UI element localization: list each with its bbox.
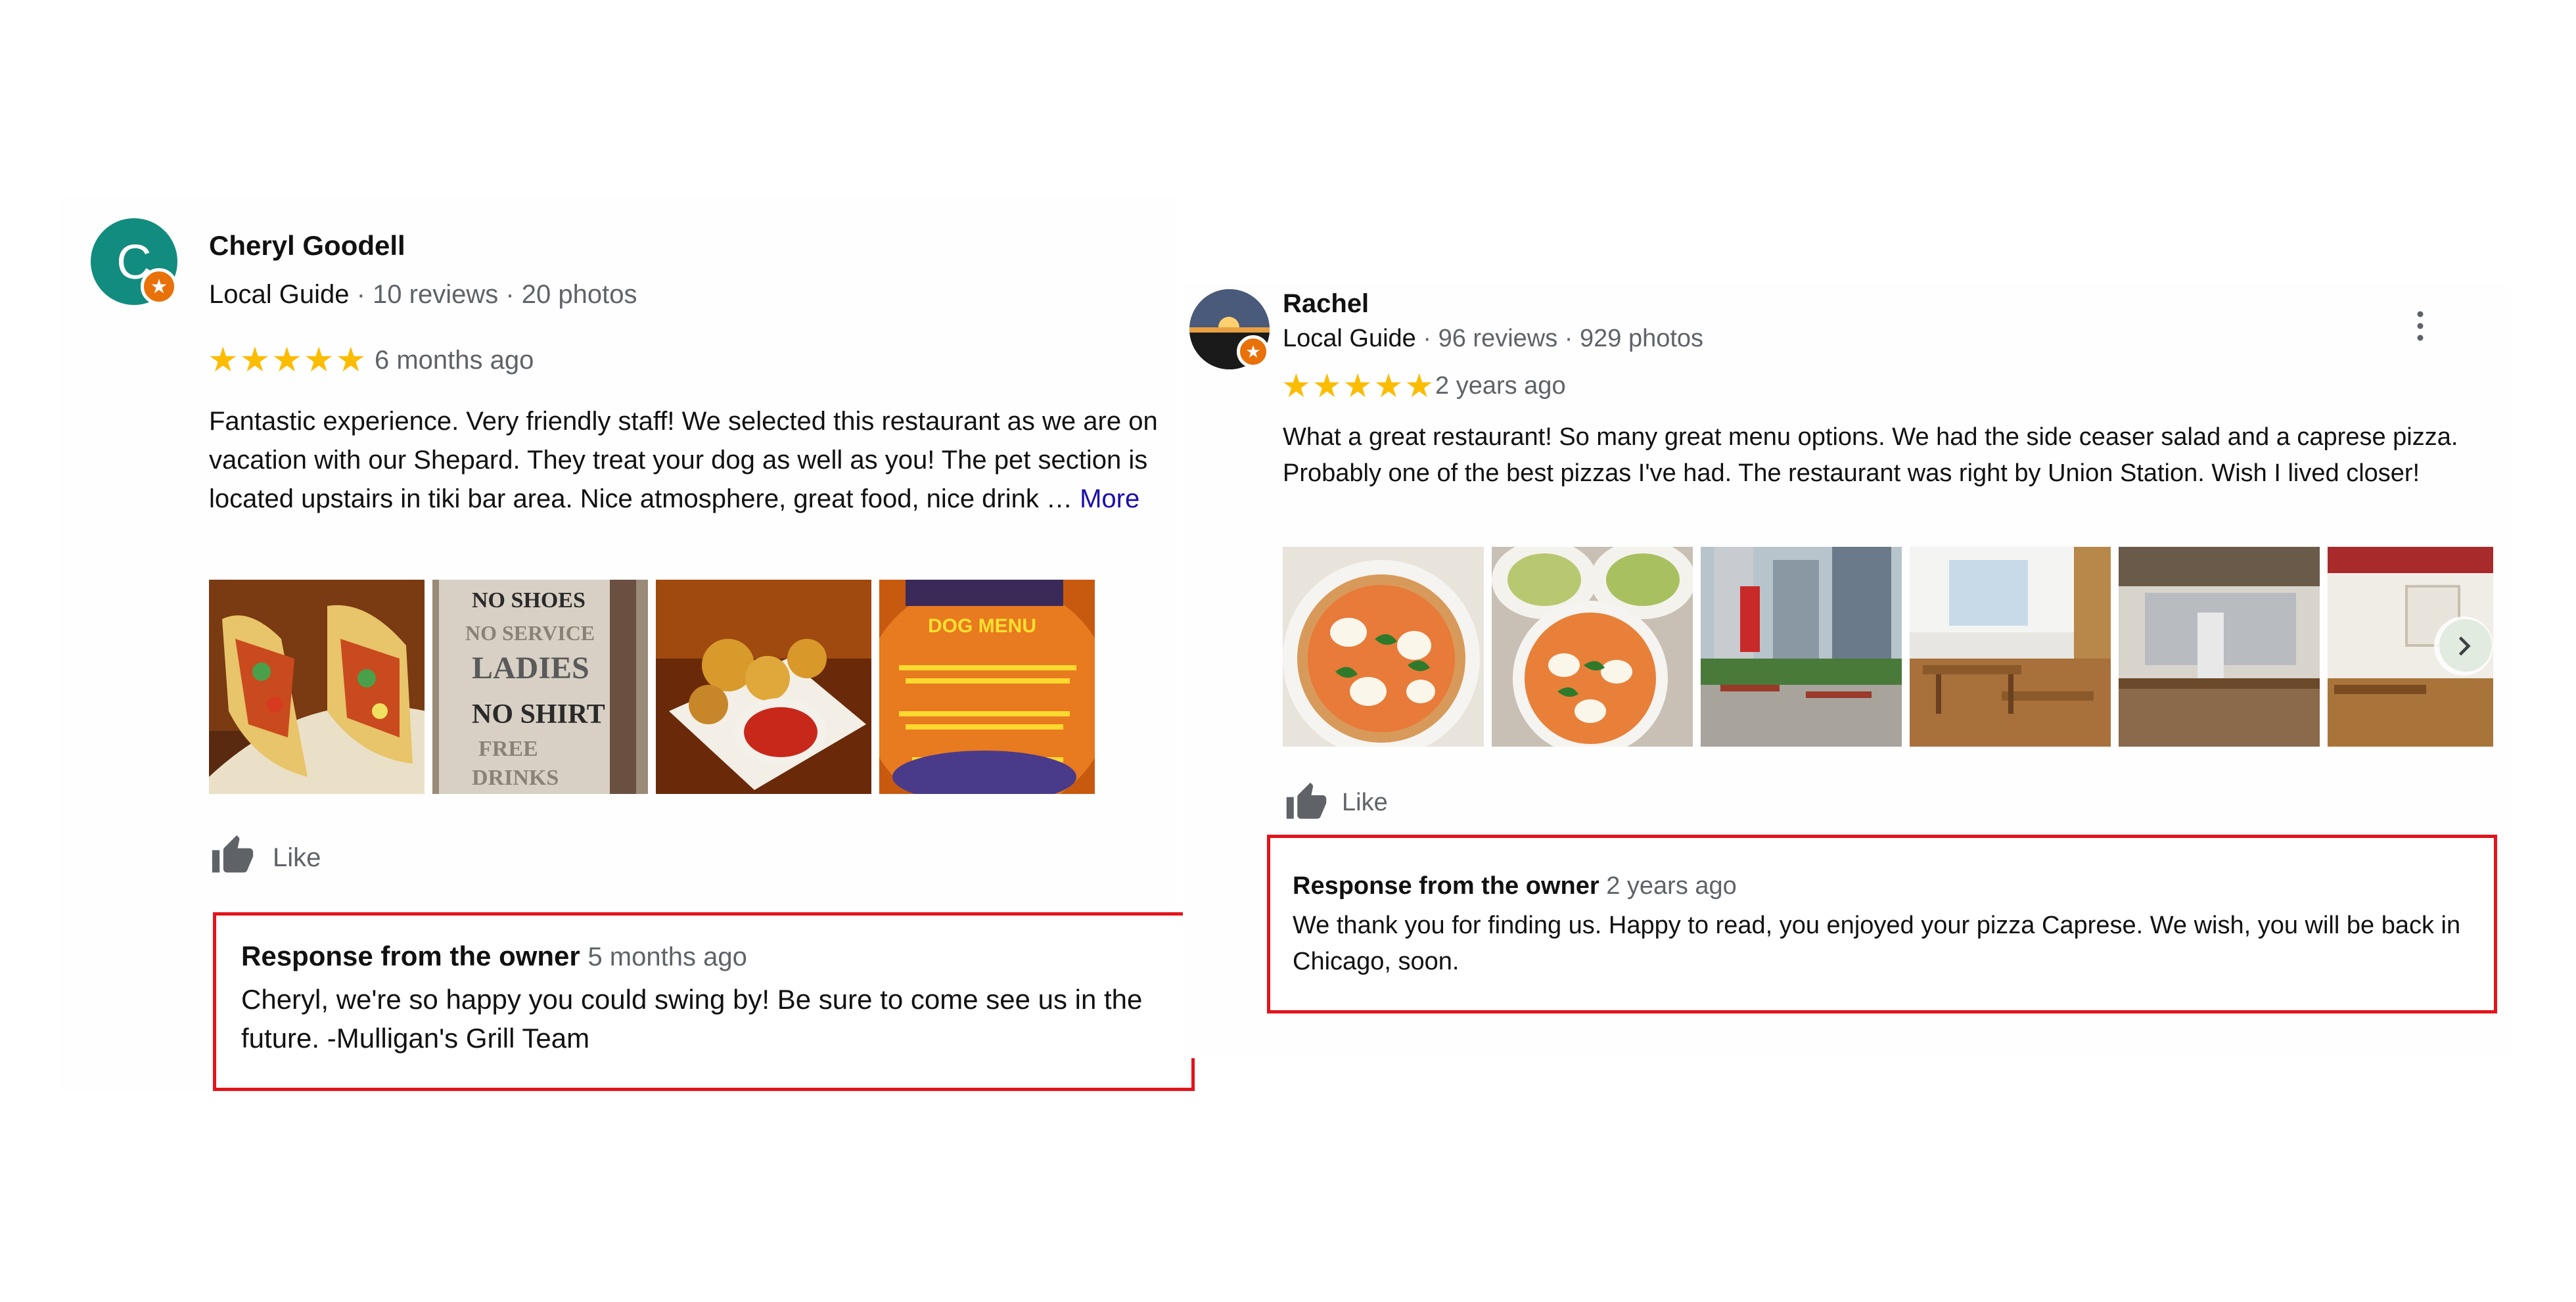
like-label[interactable]: Like	[273, 843, 321, 873]
owner-response-header: Response from the owner 2 years ago	[1293, 872, 1737, 900]
svg-text:DRINKS: DRINKS	[472, 766, 559, 790]
review-photo-dog-menu[interactable]: DOG MENU	[879, 580, 1095, 794]
reviewer-stats: · 10 reviews · 20 photos	[356, 280, 637, 309]
reviewer-name[interactable]: Rachel	[1283, 289, 1369, 319]
more-link[interactable]: More	[1080, 484, 1139, 513]
review-photo-sign[interactable]: NO SHOES NO SERVICE LADIES NO SHIRT FREE…	[432, 580, 648, 794]
more-vert-icon[interactable]	[2410, 306, 2430, 346]
review-photo-kitchen[interactable]	[2119, 547, 2320, 747]
owner-response: Response from the owner 2 years ago We t…	[1267, 835, 2497, 1013]
reviewer-stats: · 96 reviews · 929 photos	[1423, 325, 1704, 352]
guide-badge-icon: ★	[1237, 335, 1270, 368]
guide-badge-icon: ★	[141, 268, 177, 305]
owner-response-text: We thank you for finding us. Happy to re…	[1293, 912, 2461, 975]
review-photo-fries[interactable]	[656, 580, 871, 794]
reviewer-meta: Local Guide · 10 reviews · 20 photos	[209, 280, 637, 310]
svg-text:NO SERVICE: NO SERVICE	[465, 621, 595, 645]
svg-text:NO SHIRT: NO SHIRT	[472, 699, 605, 730]
owner-response-time: 2 years ago	[1606, 872, 1737, 900]
review-photo-patio[interactable]	[1701, 547, 1902, 747]
svg-text:LADIES: LADIES	[472, 651, 589, 686]
reviewer-meta: Local Guide · 96 reviews · 929 photos	[1283, 325, 1703, 353]
reviewer-name[interactable]: Cheryl Goodell	[209, 230, 405, 262]
local-guide-label: Local Guide	[1283, 325, 1416, 352]
owner-response-title: Response from the owner	[241, 941, 580, 971]
owner-response-time: 5 months ago	[587, 942, 747, 971]
review-photo-pizza[interactable]	[1283, 547, 1484, 747]
star-rating: ★★★★★	[1281, 367, 1436, 404]
like-label[interactable]: Like	[1342, 789, 1388, 817]
owner-response-text: Cheryl, we're so happy you could swing b…	[241, 984, 1143, 1054]
owner-response-title: Response from the owner	[1293, 872, 1599, 900]
thumbs-up-icon[interactable]	[209, 833, 256, 878]
review-photo-pizza-salad[interactable]	[1492, 547, 1693, 747]
review-photo-dining-room[interactable]	[1910, 547, 2111, 747]
star-rating: ★★★★★	[208, 341, 368, 379]
svg-text:FREE: FREE	[478, 737, 538, 761]
svg-text:DOG MENU: DOG MENU	[928, 615, 1036, 637]
review-card-rachel: ★ Rachel Local Guide · 96 reviews · 929 …	[1183, 283, 2510, 1058]
owner-response: Response from the owner 5 months ago Che…	[213, 912, 1195, 1091]
owner-response-header: Response from the owner 5 months ago	[241, 941, 747, 972]
review-text: What a great restaurant! So many great m…	[1283, 423, 2458, 487]
chevron-right-icon[interactable]	[2434, 616, 2493, 676]
local-guide-label: Local Guide	[209, 280, 350, 309]
review-text-body: Fantastic experience. Very friendly staf…	[209, 407, 1158, 513]
review-time: 6 months ago	[375, 346, 534, 375]
review-card-cheryl: C ★ Cheryl Goodell Local Guide · 10 revi…	[59, 197, 1195, 1091]
review-text: Fantastic experience. Very friendly staf…	[209, 402, 1208, 519]
thumbs-up-icon[interactable]	[1283, 781, 1330, 824]
review-time: 2 years ago	[1435, 372, 1566, 400]
review-photo-tacos[interactable]	[209, 580, 425, 794]
svg-text:NO SHOES: NO SHOES	[472, 588, 586, 613]
